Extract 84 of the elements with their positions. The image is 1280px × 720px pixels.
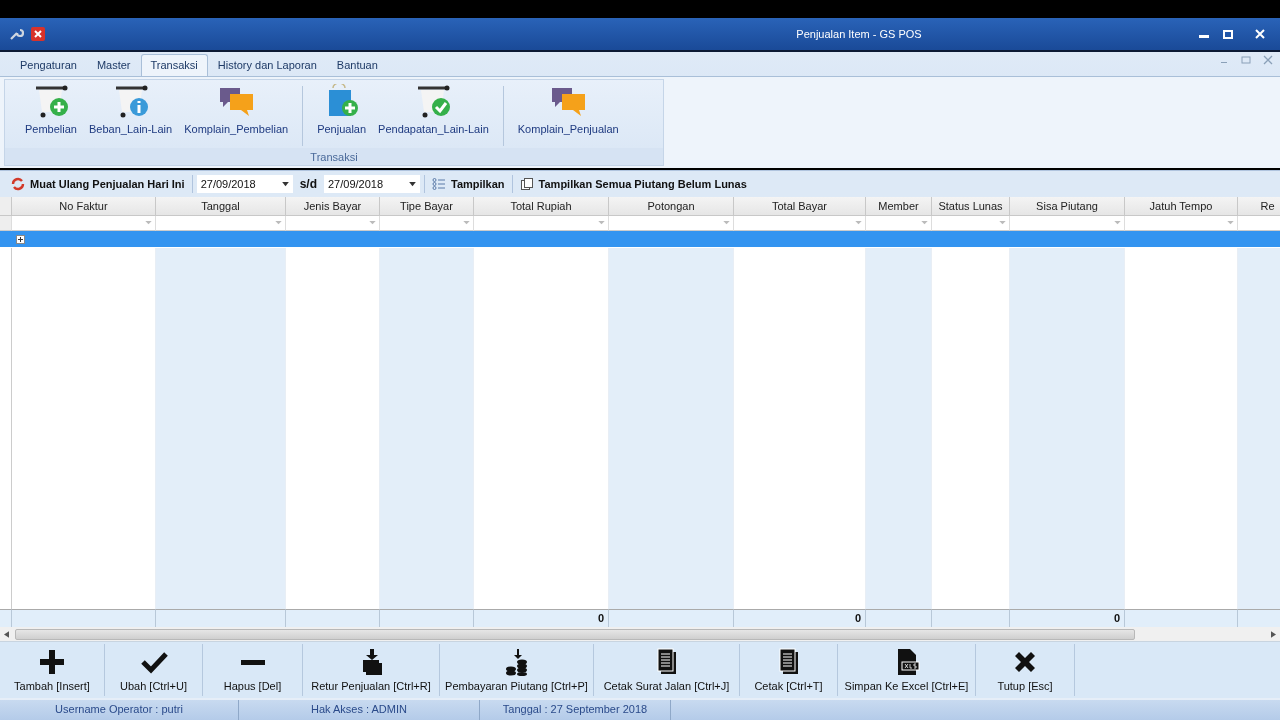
row-indicator [0,609,12,627]
column-total: 0 [734,609,866,627]
group-label: Transaksi [5,148,663,165]
column-header[interactable]: Member [866,197,932,216]
dropdown-arrow-icon [855,221,862,225]
column-header[interactable]: Status Lunas [932,197,1010,216]
action-button[interactable]: Hapus [Del] [203,644,303,696]
filter-field[interactable] [866,216,932,231]
plus-icon [38,648,66,676]
dropdown-arrow-icon [463,221,470,225]
action-button[interactable]: Tambah [Insert] [0,644,105,696]
copy-icon [519,177,534,191]
scroll-right-icon[interactable] [1271,630,1276,638]
filter-field[interactable] [380,216,474,231]
dropdown-arrow-icon [1227,221,1234,225]
ribbon-button[interactable]: Beban_Lain-Lain [83,80,179,148]
show-button[interactable]: Tampilkan [429,175,508,193]
status-text: Tanggal : 27 September 2018 [480,700,671,720]
close-icon[interactable] [30,26,46,42]
ribbon-button[interactable]: Pendapatan_Lain-Lain [372,80,495,148]
ribbon-tab[interactable]: History dan Laporan [207,54,327,76]
ribbon-button[interactable]: Komplain_Pembelian [178,80,295,148]
minus-icon [240,659,265,665]
action-button[interactable]: Tutup [Esc] [976,644,1075,696]
ribbon-tab[interactable]: Bantuan [326,54,388,76]
status-text: Username Operator : putri [0,700,239,720]
column-header[interactable]: Jenis Bayar [286,197,380,216]
ribbon-button[interactable]: Penjualan [311,80,373,148]
column-header[interactable]: Tipe Bayar [380,197,474,216]
show-all-button[interactable]: Tampilkan Semua Piutang Belum Lunas [516,175,750,193]
status-text: Hak Akses : ADMIN [239,700,480,720]
wrench-icon[interactable] [8,26,24,42]
action-button[interactable]: Ubah [Ctrl+U] [105,644,203,696]
date-range-label: s/d [298,177,318,191]
dropdown-arrow-icon [369,221,376,225]
action-button[interactable]: Simpan Ke Excel [Ctrl+E] [838,644,976,696]
date-field[interactable]: 27/09/2018 [324,175,420,193]
list-icon [432,177,446,191]
action-button[interactable]: Cetak Surat Jalan [Ctrl+J] [594,644,740,696]
filter-field[interactable] [474,216,609,231]
window-title: Penjualan Item - GS POS [795,28,922,40]
horizontal-scrollbar[interactable] [0,627,1280,642]
dropdown-arrow-icon [999,221,1006,225]
column-header[interactable]: Jatuh Tempo [1125,197,1238,216]
dropdown-arrow-icon [409,181,416,187]
ribbon-button[interactable]: Pembelian [19,80,83,148]
column-total: 0 [474,609,609,627]
reload-button[interactable]: Muat Ulang Penjualan Hari Ini [8,175,188,193]
column-header[interactable]: Potongan [609,197,734,216]
scroll-left-icon[interactable] [4,630,9,638]
row-indicator [0,216,12,231]
dropdown-arrow-icon [275,221,282,225]
dropdown-arrow-icon [921,221,928,225]
expand-icon[interactable] [16,234,25,244]
filter-field[interactable] [932,216,1010,231]
filter-field[interactable] [734,216,866,231]
dropdown-arrow-icon [1114,221,1121,225]
dropdown-arrow-icon [723,221,730,225]
column-header[interactable]: Total Bayar [734,197,866,216]
ribbon-tab[interactable]: Pengaturan [10,54,87,76]
column-header[interactable]: Tanggal [156,197,286,216]
filter-field[interactable] [156,216,286,231]
ribbon-tab[interactable]: Transaksi [140,54,208,76]
action-button[interactable]: Retur Penjualan [Ctrl+R] [303,644,440,696]
action-button[interactable]: Pembayaran Piutang [Ctrl+P] [440,644,594,696]
filter-field[interactable] [1010,216,1125,231]
filter-field[interactable] [1125,216,1238,231]
dropdown-arrow-icon [598,221,605,225]
column-total: 0 [1010,609,1125,627]
ribbon-tab[interactable]: Master [86,54,141,76]
ribbon-button[interactable]: Komplain_Penjualan [511,80,625,148]
action-button[interactable]: Cetak [Ctrl+T] [740,644,838,696]
column-header[interactable]: Sisa Piutang [1010,197,1125,216]
dropdown-arrow-icon [281,181,289,187]
column-header[interactable]: Re [1238,197,1280,216]
filter-field[interactable] [12,216,156,231]
header-corner [0,197,12,216]
date-field[interactable]: 27/09/2018 [196,175,293,193]
filter-field[interactable] [609,216,734,231]
column-header[interactable]: No Faktur [12,197,156,216]
dropdown-arrow-icon [145,221,152,225]
refresh-icon [11,177,25,191]
column-header[interactable]: Total Rupiah [474,197,609,216]
filter-field[interactable] [286,216,380,231]
